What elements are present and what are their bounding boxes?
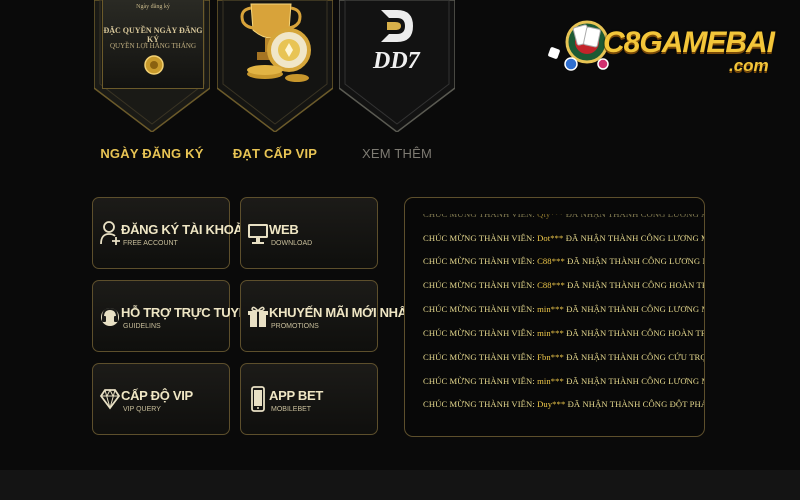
dd7-logo-icon bbox=[381, 10, 413, 42]
winner-row: CHÚC MỪNG THÀNH VIÊN: Duy*** ĐÃ NHẬN THÀ… bbox=[423, 399, 704, 409]
card-mini-title: Ngày đăng ký bbox=[136, 4, 170, 10]
menu-title: HỖ TRỢ TRỰC TUYẾN bbox=[121, 305, 257, 320]
winner-row: CHÚC MỪNG THÀNH VIÊN: min*** ĐÃ NHẬN THÀ… bbox=[423, 376, 704, 386]
vip-level-button[interactable]: CẤP ĐỘ VIP VIP QUERY bbox=[92, 363, 230, 435]
winner-reward: ĐÃ NHẬN THÀNH CÔNG LƯƠNG MỖI TUẦN bbox=[565, 233, 704, 243]
winner-row: CHÚC MỪNG THÀNH VIÊN: C88*** ĐÃ NHẬN THÀ… bbox=[423, 256, 704, 266]
gift-icon bbox=[248, 306, 268, 327]
coin-icon bbox=[144, 55, 164, 75]
winner-prefix: CHÚC MỪNG THÀNH VIÊN: bbox=[423, 256, 538, 266]
winner-name: min*** bbox=[537, 376, 564, 386]
winner-reward: ĐÃ NHẬN THÀNH CÔNG CỨU TRỢ ĐIỆN TỬ bbox=[566, 352, 705, 362]
menu-title: APP BET bbox=[269, 388, 324, 403]
app-bet-button[interactable]: APP BET MOBILEBET bbox=[240, 363, 378, 435]
menu-title: WEB bbox=[269, 222, 299, 237]
winners-ticker[interactable]: CHÚC MỪNG THÀNH VIÊN: Qty*** ĐÃ NHẬN THÀ… bbox=[404, 197, 705, 437]
banner-more[interactable]: DD7 bbox=[339, 0, 455, 132]
winner-name: Fbn*** bbox=[537, 352, 564, 362]
monitor-icon bbox=[248, 224, 268, 244]
trophy-icon bbox=[240, 3, 311, 82]
winner-reward: ĐÃ NHẬN THÀNH CÔNG LƯƠNG MỖI TUẦN bbox=[566, 376, 704, 386]
winner-row: CHÚC MỪNG THÀNH VIÊN: min*** ĐÃ NHẬN THÀ… bbox=[423, 328, 704, 338]
web-download-button[interactable]: WEB DOWNLOAD bbox=[240, 197, 378, 269]
winner-name: Duy*** bbox=[537, 399, 566, 409]
user-add-icon bbox=[100, 221, 120, 245]
banner-registration[interactable]: Ngày đăng ký ĐẶC QUYỀN NGÀY ĐĂNG KÝ QUYỀ… bbox=[94, 0, 210, 132]
winner-name: min*** bbox=[537, 328, 564, 338]
winner-name: Qty*** bbox=[537, 209, 564, 219]
winner-reward: ĐÃ NHẬN THÀNH CÔNG HOÀN TRẢ THÁNG MỚI bbox=[567, 280, 704, 290]
online-support-button[interactable]: HỖ TRỢ TRỰC TUYẾN GUIDELINS bbox=[92, 280, 257, 352]
menu-subtitle: MOBILEBET bbox=[271, 406, 312, 413]
winner-name: Dot*** bbox=[537, 233, 564, 243]
winner-reward: ĐÃ NHẬN THÀNH CÔNG LƯƠNG MỖI TUẦN bbox=[567, 256, 704, 266]
winner-prefix: CHÚC MỪNG THÀNH VIÊN: bbox=[423, 304, 538, 314]
winner-prefix: CHÚC MỪNG THÀNH VIÊN: bbox=[423, 399, 538, 409]
menu-subtitle: GUIDELINS bbox=[123, 323, 161, 330]
winner-row: CHÚC MỪNG THÀNH VIÊN: Fbn*** ĐÃ NHẬN THÀ… bbox=[423, 352, 705, 362]
footer-bar bbox=[0, 470, 800, 500]
card-subtitle: QUYỀN LỢI HÀNG THÁNG bbox=[110, 42, 196, 50]
logo-text: C8GAMEBAI bbox=[603, 26, 775, 59]
winner-row: CHÚC MỪNG THÀNH VIÊN: C88*** ĐÃ NHẬN THÀ… bbox=[423, 280, 704, 290]
winner-row: CHÚC MỪNG THÀNH VIÊN: min*** ĐÃ NHẬN THÀ… bbox=[423, 304, 704, 314]
menu-subtitle: VIP QUERY bbox=[123, 406, 161, 413]
winner-name: C88*** bbox=[537, 256, 565, 266]
winner-reward: ĐÃ NHẬN THÀNH CÔNG HOÀN TRẢ THÁNG MỚI bbox=[566, 328, 704, 338]
winner-prefix: CHÚC MỪNG THÀNH VIÊN: bbox=[423, 233, 538, 243]
winner-name: C88*** bbox=[537, 280, 565, 290]
winner-row: CHÚC MỪNG THÀNH VIÊN: Dot*** ĐÃ NHẬN THÀ… bbox=[423, 233, 704, 243]
winner-prefix: CHÚC MỪNG THÀNH VIÊN: bbox=[423, 376, 538, 386]
phone-icon bbox=[251, 386, 265, 412]
promotions-button[interactable]: KHUYẾN MÃI MỚI NHẤT PROMOTIONS bbox=[240, 280, 415, 352]
winner-prefix: CHÚC MỪNG THÀNH VIÊN: bbox=[423, 280, 538, 290]
dd7-logo-text: DD7 bbox=[373, 48, 420, 74]
menu-title: KHUYẾN MÃI MỚI NHẤT bbox=[269, 305, 415, 320]
winner-row: CHÚC MỪNG THÀNH VIÊN: Qty*** ĐÃ NHẬN THÀ… bbox=[423, 209, 704, 219]
winner-name: min*** bbox=[537, 304, 564, 314]
winner-reward: ĐÃ NHẬN THÀNH CÔNG LƯƠNG MỖI TUẦN bbox=[565, 209, 704, 219]
winner-prefix: CHÚC MỪNG THÀNH VIÊN: bbox=[423, 352, 538, 362]
banner-vip[interactable] bbox=[217, 0, 333, 132]
menu-title: CẤP ĐỘ VIP bbox=[121, 388, 193, 403]
diamond-icon bbox=[99, 388, 121, 410]
logo-domain: .com bbox=[729, 56, 769, 75]
winner-reward: ĐÃ NHẬN THÀNH CÔNG LƯƠNG MỖI TUẦN bbox=[566, 304, 704, 314]
menu-subtitle: FREE ACCOUNT bbox=[123, 240, 178, 247]
winner-reward: ĐÃ NHẬN THÀNH CÔNG ĐỘT PHÁ GAME BÀI bbox=[567, 399, 704, 409]
headset-icon bbox=[101, 307, 119, 326]
registration-card: Ngày đăng ký ĐẶC QUYỀN NGÀY ĐĂNG KÝ QUYỀ… bbox=[102, 0, 204, 89]
menu-subtitle: PROMOTIONS bbox=[271, 323, 319, 330]
register-account-button[interactable]: ĐĂNG KÝ TÀI KHOẢN FREE ACCOUNT bbox=[92, 197, 252, 269]
menu-subtitle: DOWNLOAD bbox=[271, 240, 313, 247]
winner-prefix: CHÚC MỪNG THÀNH VIÊN: bbox=[423, 328, 538, 338]
menu-title: ĐĂNG KÝ TÀI KHOẢN bbox=[121, 222, 252, 237]
banner-label-more[interactable]: XEM THÊM bbox=[317, 146, 477, 161]
winner-prefix: CHÚC MỪNG THÀNH VIÊN: bbox=[423, 209, 538, 219]
site-logo[interactable]: C8GAMEBAI .com bbox=[545, 12, 795, 75]
